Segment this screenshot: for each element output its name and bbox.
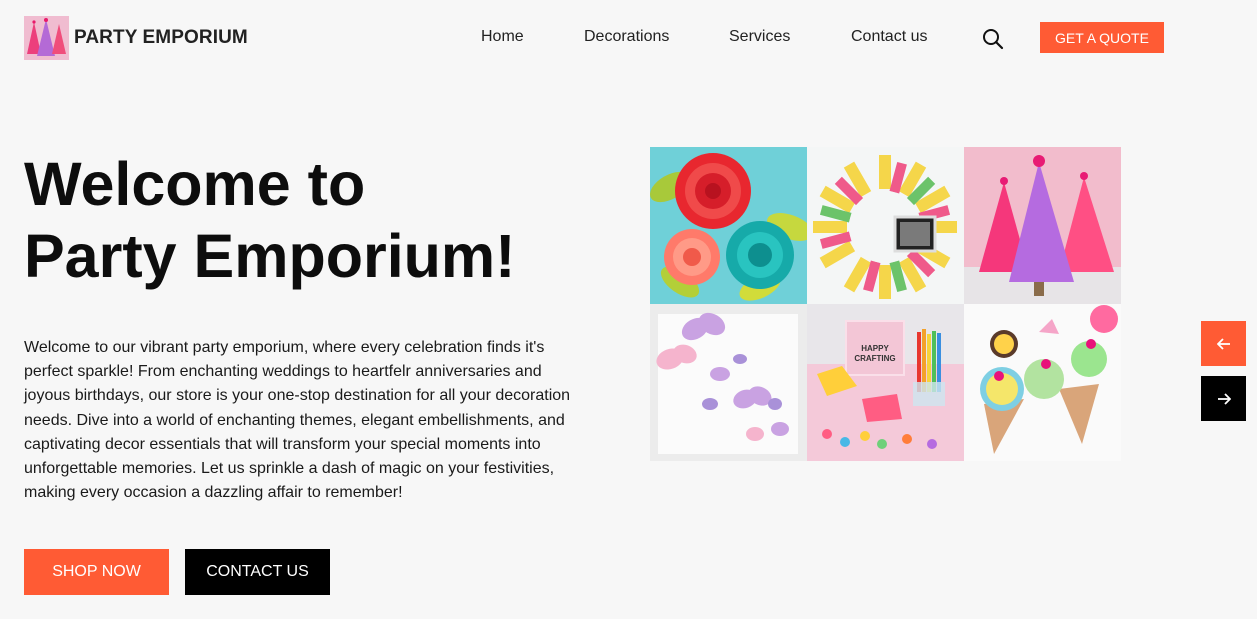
arrow-left-icon [1216,337,1230,350]
get-a-quote-button[interactable]: GET A QUOTE [1040,22,1164,53]
image-gallery: HAPPY CRAFTING [650,147,1122,462]
nav-decorations[interactable]: Decorations [584,28,669,46]
gallery-image-pink-cone-trees [964,147,1121,304]
nav-services[interactable]: Services [729,28,790,46]
brand-name: PARTY EMPORIUM [74,27,248,48]
search-icon[interactable] [982,28,1004,50]
gallery-image-ribbon-wreath [807,147,964,304]
shop-now-button[interactable]: SHOP NOW [24,549,169,595]
slider-prev-button[interactable] [1201,321,1246,366]
nav-contact-us[interactable]: Contact us [851,28,927,46]
slider-next-button[interactable] [1201,376,1246,421]
sign-text-1: HAPPY [861,344,889,353]
gallery-image-ice-cream-cones [964,304,1121,461]
page: PARTY EMPORIUM Home Decorations Services… [0,0,1257,619]
hero-title: Welcome to Party Emporium! [24,148,584,292]
sign-text-2: CRAFTING [854,354,895,363]
hero-description: Welcome to our vibrant party emporium, w… [24,339,571,502]
hero-title-line-1: Welcome to [24,150,366,218]
nav-home[interactable]: Home [481,28,524,46]
gallery-image-paper-butterflies [650,304,807,461]
gallery-image-paper-flowers [650,147,807,304]
arrow-right-icon [1217,392,1231,405]
logo-image [24,16,69,60]
contact-us-button[interactable]: CONTACT US [185,549,330,595]
hero-title-line-2: Party Emporium! [24,222,516,290]
logo[interactable]: PARTY EMPORIUM [24,16,248,60]
gallery-image-craft-desk: HAPPY CRAFTING [807,304,964,461]
